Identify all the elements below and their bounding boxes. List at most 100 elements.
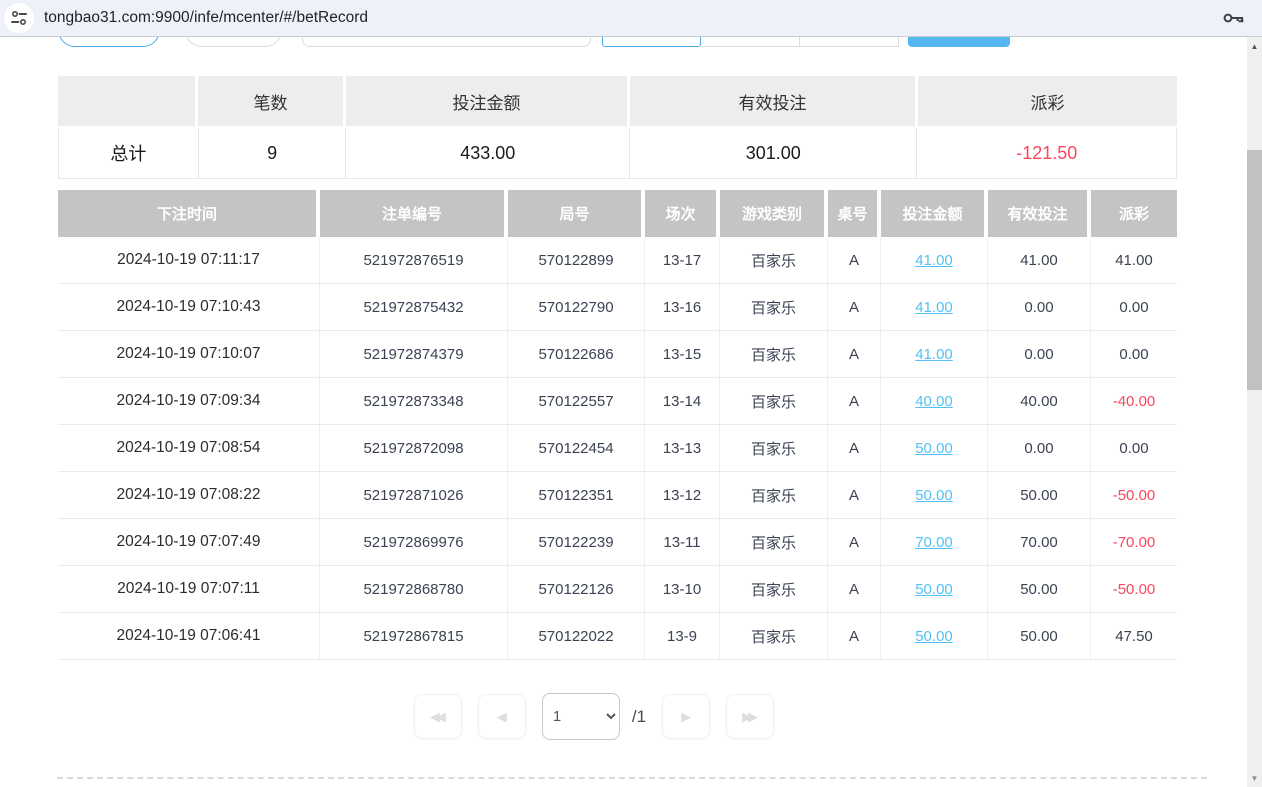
table-cell: A [828,519,881,565]
summary-header-valid-bet: 有效投注 [630,76,918,126]
bet-amount-link[interactable]: 50.00 [915,581,953,598]
table-row: 2024-10-19 07:11:17521972876519570122899… [58,237,1177,284]
url-text[interactable]: tongbao31.com:9900/infe/mcenter/#/betRec… [44,9,368,27]
bet-table-header-row: 下注时间注单编号局号场次游戏类别桌号投注金额有效投注派彩 [58,190,1177,237]
bet-amount-link[interactable]: 50.00 [915,628,953,645]
table-cell: 570122126 [508,566,645,612]
table-cell: 70.00 [881,519,988,565]
table-cell: 百家乐 [720,378,828,424]
table-cell: A [828,613,881,659]
column-header: 场次 [645,190,720,237]
site-info-icon[interactable] [4,3,34,33]
table-row: 2024-10-19 07:08:54521972872098570122454… [58,425,1177,472]
column-header: 游戏类别 [720,190,828,237]
table-cell: 50.00 [988,566,1091,612]
table-cell: 0.00 [1091,331,1177,377]
summary-total-row: 总计 9 433.00 301.00 -121.50 [58,128,1177,179]
table-cell: 2024-10-19 07:08:22 [58,472,320,518]
table-cell: 40.00 [988,378,1091,424]
summary-header-bet-amount: 投注金额 [346,76,630,126]
table-cell: 13-10 [645,566,720,612]
table-cell: 41.00 [881,284,988,330]
column-header: 下注时间 [58,190,320,237]
table-cell: -70.00 [1091,519,1177,565]
column-header: 派彩 [1091,190,1177,237]
bet-record-page: 笔数 投注金额 有效投注 派彩 总计 9 433.00 301.00 -121.… [0,37,1262,787]
browser-address-bar: tongbao31.com:9900/infe/mcenter/#/betRec… [0,0,1262,37]
table-cell: 13-9 [645,613,720,659]
table-cell: 13-14 [645,378,720,424]
table-cell: 521972872098 [320,425,508,471]
pagination: ◀◀ ◀ 1 /1 ▶ ▶▶ [0,693,1188,740]
bet-amount-link[interactable]: 40.00 [915,393,953,410]
bet-amount-link[interactable]: 50.00 [915,440,953,457]
table-cell: 521972871026 [320,472,508,518]
summary-count-value: 9 [199,128,347,178]
scroll-up-arrow-icon[interactable]: ▲ [1247,43,1262,51]
summary-header-payout: 派彩 [918,76,1177,126]
vertical-scrollbar[interactable]: ▲ ▼ [1247,37,1262,787]
prev-page-button[interactable]: ◀ [478,694,526,739]
bet-amount-link[interactable]: 41.00 [915,252,953,269]
table-cell: 百家乐 [720,425,828,471]
table-cell: 521972876519 [320,237,508,283]
table-cell: A [828,566,881,612]
table-cell: 0.00 [988,331,1091,377]
table-cell: 0.00 [1091,284,1177,330]
table-cell: 50.00 [988,613,1091,659]
summary-header-row: 笔数 投注金额 有效投注 派彩 [58,76,1177,126]
table-cell: A [828,472,881,518]
table-cell: 13-17 [645,237,720,283]
table-row: 2024-10-19 07:07:49521972869976570122239… [58,519,1177,566]
table-row: 2024-10-19 07:10:43521972875432570122790… [58,284,1177,331]
page-select[interactable]: 1 [542,693,620,740]
summary-table: 笔数 投注金额 有效投注 派彩 总计 9 433.00 301.00 -121.… [58,76,1177,179]
scrollbar-thumb[interactable] [1247,150,1262,390]
table-cell: 521972868780 [320,566,508,612]
table-cell: 百家乐 [720,237,828,283]
table-cell: 2024-10-19 07:06:41 [58,613,320,659]
summary-payout-value: -121.50 [917,128,1176,178]
table-cell: 570122790 [508,284,645,330]
table-cell: 570122022 [508,613,645,659]
double-right-arrow-icon: ▶▶ [742,709,758,725]
table-cell: -50.00 [1091,566,1177,612]
table-cell: 47.50 [1091,613,1177,659]
dashed-divider [57,777,1207,779]
bet-amount-link[interactable]: 41.00 [915,299,953,316]
column-header: 注单编号 [320,190,508,237]
left-arrow-icon: ◀ [497,709,507,725]
table-cell: 2024-10-19 07:10:07 [58,331,320,377]
table-cell: 13-16 [645,284,720,330]
table-cell: 570122557 [508,378,645,424]
table-cell: 50.00 [881,472,988,518]
bet-amount-link[interactable]: 50.00 [915,487,953,504]
table-cell: 41.00 [988,237,1091,283]
table-cell: 570122899 [508,237,645,283]
summary-bet-amount-value: 433.00 [346,128,630,178]
scroll-down-arrow-icon[interactable]: ▼ [1247,775,1262,783]
table-cell: 2024-10-19 07:10:43 [58,284,320,330]
table-cell: 41.00 [881,237,988,283]
key-icon [1222,9,1246,27]
table-cell: 13-13 [645,425,720,471]
table-cell: A [828,378,881,424]
table-cell: 50.00 [881,425,988,471]
password-key-icon[interactable] [1222,9,1246,32]
summary-total-label: 总计 [59,128,199,178]
table-cell: A [828,237,881,283]
table-cell: 0.00 [1091,425,1177,471]
table-cell: A [828,425,881,471]
next-page-button[interactable]: ▶ [662,694,710,739]
table-cell: 2024-10-19 07:09:34 [58,378,320,424]
first-page-button[interactable]: ◀◀ [414,694,462,739]
table-cell: 2024-10-19 07:07:49 [58,519,320,565]
table-cell: 521972873348 [320,378,508,424]
table-cell: 13-15 [645,331,720,377]
table-cell: 41.00 [1091,237,1177,283]
bet-amount-link[interactable]: 70.00 [915,534,953,551]
table-cell: 570122454 [508,425,645,471]
table-cell: 521972875432 [320,284,508,330]
last-page-button[interactable]: ▶▶ [726,694,774,739]
bet-amount-link[interactable]: 41.00 [915,346,953,363]
